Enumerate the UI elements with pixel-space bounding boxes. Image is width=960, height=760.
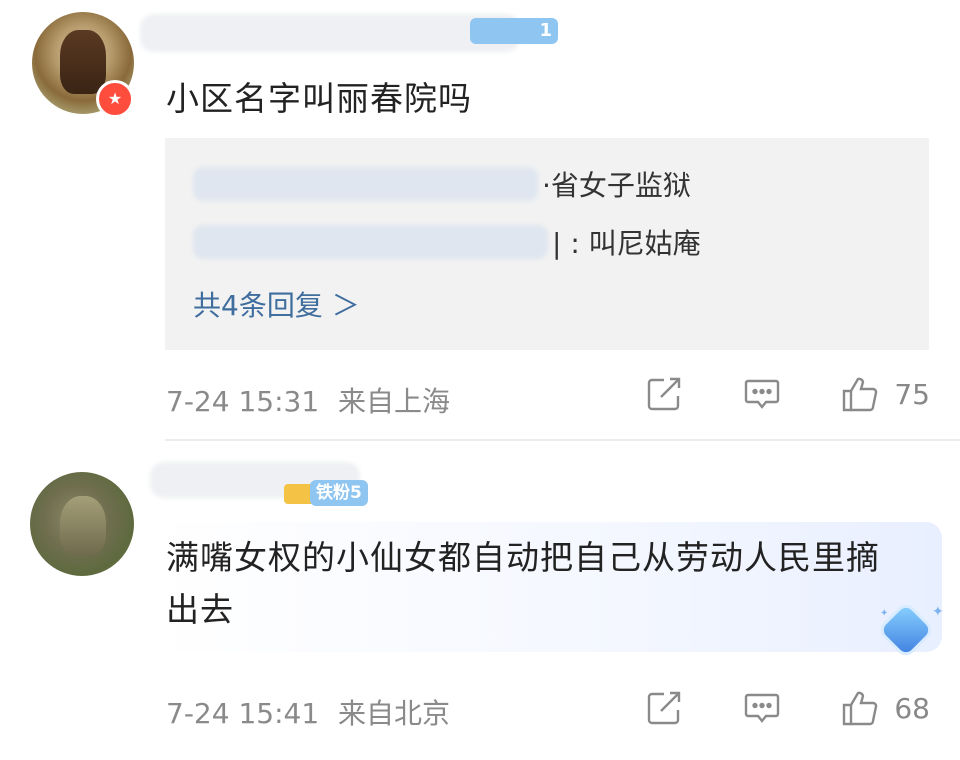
sparkle-icon: ✦: [880, 608, 889, 619]
comment-location: 来自北京: [338, 697, 451, 730]
fan-badge: 铁粉5: [310, 480, 368, 506]
thumbs-up-icon[interactable]: [840, 688, 880, 728]
comment-time: 7-24 15:41: [166, 697, 320, 730]
comment-icon[interactable]: [742, 688, 782, 728]
avatar[interactable]: [30, 472, 134, 576]
comment-actions: 68: [644, 688, 930, 728]
comment-list: ★ 1 小区名字叫丽春院吗 ·省女子监狱 | : 叫尼姑庵 共4条回复 ＞ 7-…: [0, 0, 960, 760]
avatar-image: [60, 496, 106, 556]
comment-text: 满嘴女权的小仙女都自动把自己从劳动人民里摘出去: [166, 538, 880, 629]
share-icon[interactable]: [644, 688, 684, 728]
comment-meta: 7-24 15:41 来自北京: [166, 692, 450, 732]
sparkle-icon: ✦: [932, 604, 944, 620]
comment-item: 铁粉5 满嘴女权的小仙女都自动把自己从劳动人民里摘出去 ✦ ✦ 7-24 15:…: [0, 0, 960, 760]
like-count: 68: [894, 691, 930, 725]
